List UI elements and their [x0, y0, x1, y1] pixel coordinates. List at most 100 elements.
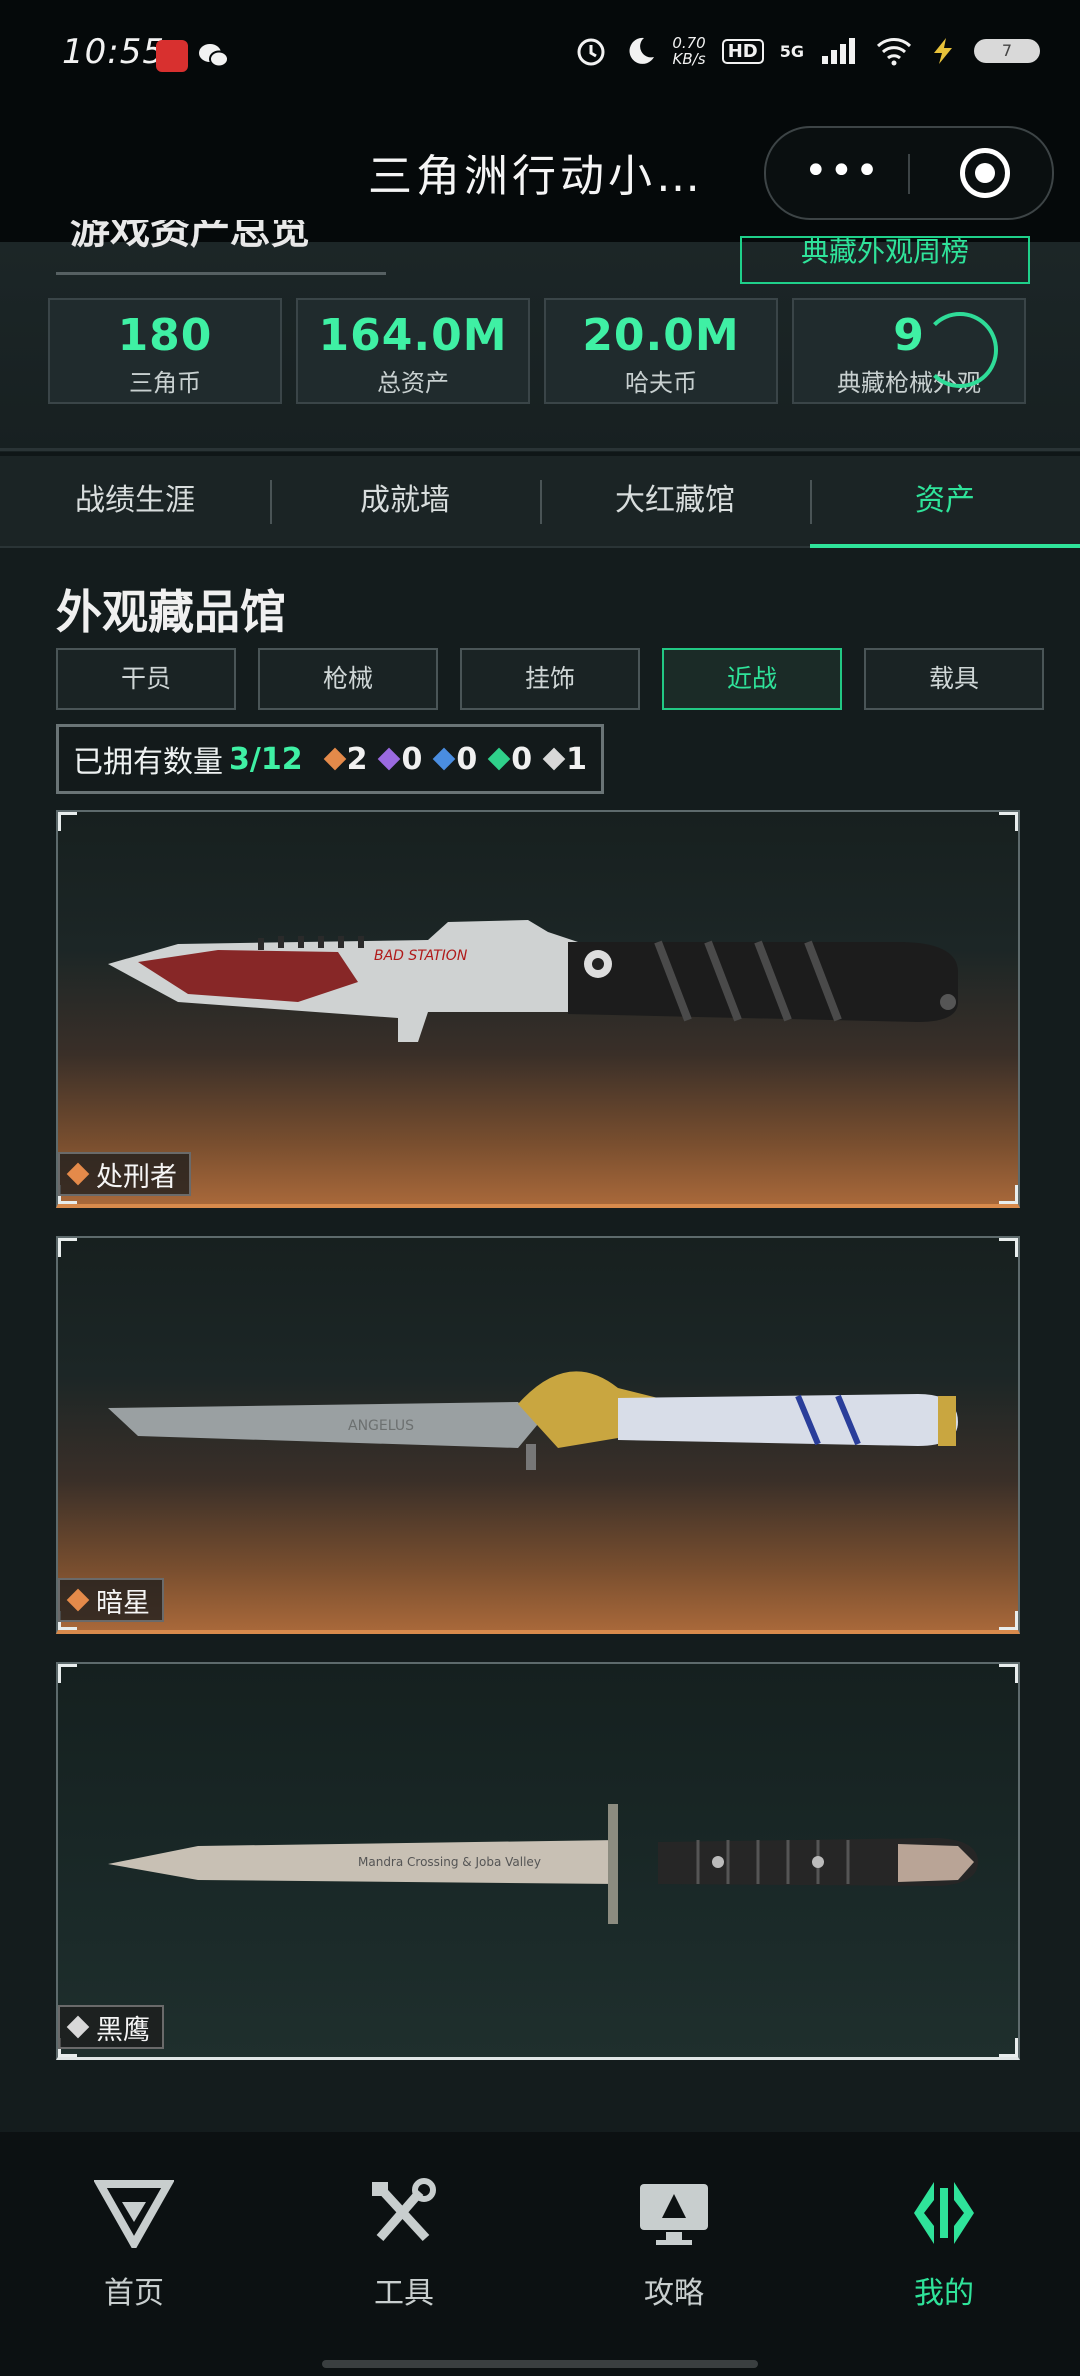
moon-icon [629, 37, 655, 64]
rarity-orange-count: 2 [323, 742, 367, 777]
rarity-blue-count: 0 [433, 742, 477, 777]
category-melee[interactable]: 近战 [662, 648, 842, 710]
frame-corner [999, 1185, 1018, 1204]
frame-corner [58, 812, 77, 831]
home-indicator[interactable] [322, 2360, 758, 2368]
nav-profile[interactable]: 我的 [844, 2178, 1044, 2312]
frame-corner [58, 1664, 77, 1683]
nav-label: 我的 [914, 2276, 974, 2311]
mini-program-capsule: ••• [764, 126, 1054, 220]
progress-ring-icon [922, 312, 998, 388]
item-name-tag: 处刑者 [58, 1152, 191, 1196]
page-title: 三角洲行动小… [368, 151, 704, 202]
close-target-button[interactable] [960, 148, 1010, 198]
stat-label: 总资产 [377, 369, 449, 397]
black-hawk-knife-image: Mandra Crossing & Joba Valley [108, 1804, 978, 1924]
app-badge-icon [156, 40, 188, 72]
item-name-tag: 黑鹰 [58, 2005, 164, 2049]
hd-badge: HD [721, 38, 764, 64]
melee-item-card[interactable]: ANGELUS 暗星 [56, 1236, 1020, 1634]
category-filter: 干员 枪械 挂饰 近战 载具 [56, 648, 1044, 710]
tab-assets[interactable]: 资产 [810, 456, 1080, 548]
category-firearms[interactable]: 枪械 [258, 648, 438, 710]
white-diamond-icon [66, 2015, 90, 2039]
collection-section: 外观藏品馆 干员 枪械 挂饰 近战 载具 已拥有数量 3/12 2 0 0 0 … [0, 548, 1080, 2132]
stat-label: 哈夫币 [625, 369, 697, 397]
overview-title: 游戏资产总览 [70, 220, 310, 253]
item-name: 暗星 [96, 1587, 150, 1619]
capsule-divider [908, 154, 910, 194]
net-speed: 0.70 KB/s [672, 34, 706, 68]
green-diamond-icon [487, 747, 511, 771]
status-icons: 0.70 KB/s HD 5G 7 [574, 34, 1040, 68]
battery-icon: 7 [974, 39, 1040, 63]
charging-icon [934, 38, 952, 64]
stat-value: 20.0M [582, 310, 740, 361]
frame-corner [999, 1664, 1018, 1683]
stat-card-collection-skins[interactable]: 9 典藏枪械外观 [792, 298, 1026, 404]
tab-career[interactable]: 战绩生涯 [0, 456, 270, 546]
owned-count: 3/12 [229, 741, 303, 777]
status-bar: 10:55 0.70 KB/s HD 5G 7 [0, 0, 1080, 110]
nav-label: 工具 [374, 2276, 434, 2311]
item-name-tag: 暗星 [58, 1578, 164, 1622]
rarity-purple-count: 0 [378, 742, 422, 777]
rarity-green-count: 0 [487, 742, 532, 777]
status-time: 10:55 [62, 32, 165, 72]
frame-corner [999, 812, 1018, 831]
melee-item-card[interactable]: BAD STATION 处刑者 [56, 810, 1020, 1208]
orange-diamond-icon [66, 1588, 90, 1612]
svg-text:ANGELUS: ANGELUS [348, 1418, 414, 1434]
nav-label: 首页 [104, 2276, 164, 2311]
purple-diamond-icon [378, 747, 401, 771]
signal-icon [822, 38, 855, 64]
section-title: 外观藏品馆 [56, 585, 286, 639]
svg-text:Mandra Crossing & Joba Valley: Mandra Crossing & Joba Valley [358, 1855, 541, 1869]
stat-card-delta-coin[interactable]: 180 三角币 [48, 298, 282, 404]
wechat-icon [199, 44, 229, 68]
item-name: 处刑者 [96, 1161, 177, 1193]
owned-count-bar: 已拥有数量 3/12 2 0 0 0 1 [56, 724, 604, 794]
melee-item-card[interactable]: Mandra Crossing & Joba Valley 黑鹰 [56, 1662, 1020, 2060]
category-charms[interactable]: 挂饰 [460, 648, 640, 710]
nav-tools[interactable]: 工具 [304, 2178, 504, 2312]
orange-diamond-icon [66, 1162, 90, 1186]
bottom-navigation: 首页 工具 攻略 我的 [0, 2132, 1080, 2376]
alarm-icon [577, 38, 605, 66]
stat-label: 三角币 [129, 369, 201, 397]
tools-icon [372, 2178, 436, 2242]
frame-corner [999, 1611, 1018, 1630]
rarity-white-count: 1 [542, 742, 587, 777]
profile-tabs: 战绩生涯 成就墙 大红藏馆 资产 [0, 456, 1080, 548]
item-name: 黑鹰 [96, 2014, 150, 2046]
frame-corner [999, 2038, 1018, 2057]
category-operators[interactable]: 干员 [56, 648, 236, 710]
tab-red-collection[interactable]: 大红藏馆 [540, 456, 810, 546]
blue-diamond-icon [433, 747, 456, 771]
stat-card-total-assets[interactable]: 164.0M 总资产 [296, 298, 530, 404]
asset-overview: 游戏资产总览 典藏外观周榜 180 三角币 164.0M 总资产 20.0M 哈… [0, 220, 1080, 452]
wifi-icon [876, 38, 912, 66]
more-menu-button[interactable]: ••• [804, 148, 881, 194]
dark-star-knife-image: ANGELUS [108, 1371, 958, 1470]
nav-label: 攻略 [644, 2276, 704, 2311]
divider [0, 448, 1080, 451]
weekly-ranking-button[interactable]: 典藏外观周榜 [740, 236, 1030, 284]
title-decoration [56, 272, 386, 275]
stat-value: 180 [117, 310, 213, 361]
executioner-knife-image: BAD STATION [108, 920, 958, 1042]
orange-diamond-icon [323, 747, 346, 771]
stats-row: 180 三角币 164.0M 总资产 20.0M 哈夫币 9 典藏枪械外观 [48, 298, 1026, 404]
frame-corner [999, 1238, 1018, 1257]
network-label: 5G [779, 41, 804, 61]
tab-achievements[interactable]: 成就墙 [270, 456, 540, 546]
nav-home[interactable]: 首页 [34, 2178, 234, 2312]
owned-label: 已拥有数量 [73, 745, 223, 780]
category-vehicles[interactable]: 载具 [864, 648, 1044, 710]
frame-corner [58, 1238, 77, 1257]
nav-guides[interactable]: 攻略 [574, 2178, 774, 2312]
delta-logo-icon [93, 2180, 175, 2253]
white-diamond-icon [542, 747, 566, 771]
stat-card-haf-coin[interactable]: 20.0M 哈夫币 [544, 298, 778, 404]
profile-logo-icon [914, 2182, 974, 2244]
